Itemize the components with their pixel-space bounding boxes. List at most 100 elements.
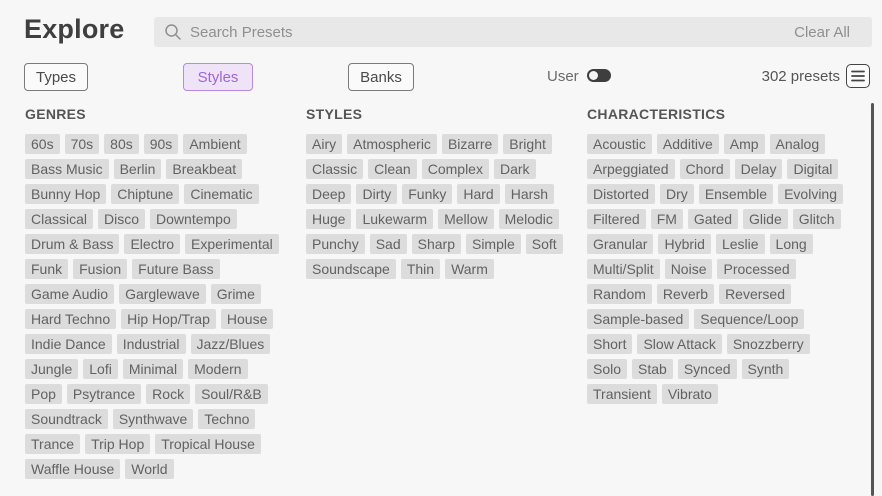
styles-tag[interactable]: Melodic — [498, 209, 559, 229]
genres-tag[interactable]: Waffle House — [25, 459, 121, 479]
genres-tag[interactable]: 90s — [143, 134, 179, 154]
styles-tag[interactable]: Bright — [503, 134, 552, 154]
genres-tag[interactable]: Disco — [98, 209, 146, 229]
genres-tag[interactable]: Funk — [25, 259, 69, 279]
genres-tag[interactable]: Rock — [146, 384, 191, 404]
tab-types[interactable]: Types — [24, 63, 88, 91]
genres-tag[interactable]: Modern — [188, 359, 248, 379]
genres-tag[interactable]: Soundtrack — [25, 409, 108, 429]
styles-tag[interactable]: Huge — [306, 209, 352, 229]
genres-tag[interactable]: Classical — [25, 209, 94, 229]
styles-tag[interactable]: Mellow — [438, 209, 494, 229]
styles-tag[interactable]: Deep — [306, 184, 352, 204]
genres-tag[interactable]: Bass Music — [25, 159, 109, 179]
genres-tag[interactable]: Experimental — [185, 234, 279, 254]
genres-tag[interactable]: Techno — [198, 409, 256, 429]
styles-tag[interactable]: Sad — [369, 234, 407, 254]
characteristics-tag[interactable]: Hybrid — [658, 234, 711, 254]
styles-tag[interactable]: Dirty — [356, 184, 398, 204]
genres-tag[interactable]: Synthwave — [112, 409, 194, 429]
clear-all-button[interactable]: Clear All — [794, 24, 850, 41]
styles-tag[interactable]: Sharp — [411, 234, 461, 254]
characteristics-tag[interactable]: Delay — [734, 159, 783, 179]
genres-tag[interactable]: Pop — [25, 384, 62, 404]
genres-tag[interactable]: Bunny Hop — [25, 184, 107, 204]
characteristics-tag[interactable]: Distorted — [587, 184, 656, 204]
genres-tag[interactable]: Cinematic — [184, 184, 259, 204]
characteristics-tag[interactable]: Dry — [660, 184, 694, 204]
styles-tag[interactable]: Classic — [306, 159, 364, 179]
characteristics-tag[interactable]: Glide — [743, 209, 788, 229]
genres-tag[interactable]: Tropical House — [155, 434, 261, 454]
tab-banks[interactable]: Banks — [348, 63, 414, 91]
genres-tag[interactable]: Minimal — [122, 359, 184, 379]
characteristics-tag[interactable]: FM — [650, 209, 683, 229]
characteristics-tag[interactable]: Additive — [656, 134, 719, 154]
genres-tag[interactable]: 80s — [104, 134, 139, 154]
genres-tag[interactable]: Jungle — [25, 359, 79, 379]
styles-tag[interactable]: Warm — [445, 259, 494, 279]
styles-tag[interactable]: Atmospheric — [347, 134, 437, 154]
search-bar[interactable]: Search Presets Clear All — [154, 17, 872, 47]
styles-tag[interactable]: Soft — [525, 234, 563, 254]
characteristics-tag[interactable]: Noise — [664, 259, 713, 279]
styles-tag[interactable]: Clean — [368, 159, 417, 179]
genres-tag[interactable]: Hard Techno — [25, 309, 117, 329]
characteristics-tag[interactable]: Transient — [587, 384, 657, 404]
genres-tag[interactable]: Hip Hop/Trap — [121, 309, 216, 329]
menu-button[interactable] — [846, 64, 870, 88]
genres-tag[interactable]: World — [125, 459, 174, 479]
characteristics-tag[interactable]: Evolving — [778, 184, 843, 204]
styles-tag[interactable]: Bizarre — [441, 134, 499, 154]
characteristics-tag[interactable]: Slow Attack — [637, 334, 722, 354]
genres-tag[interactable]: Electro — [124, 234, 181, 254]
characteristics-tag[interactable]: Filtered — [587, 209, 646, 229]
genres-tag[interactable]: Chiptune — [111, 184, 180, 204]
characteristics-tag[interactable]: Sample-based — [587, 309, 690, 329]
genres-tag[interactable]: 70s — [64, 134, 100, 154]
characteristics-tag[interactable]: Synth — [741, 359, 790, 379]
genres-tag[interactable]: Trip Hop — [85, 434, 151, 454]
characteristics-tag[interactable]: Long — [769, 234, 813, 254]
genres-tag[interactable]: Future Bass — [132, 259, 220, 279]
characteristics-tag[interactable]: Short — [587, 334, 633, 354]
characteristics-tag[interactable]: Processed — [717, 259, 796, 279]
characteristics-tag[interactable]: Gated — [687, 209, 739, 229]
genres-tag[interactable]: Berlin — [113, 159, 162, 179]
characteristics-tag[interactable]: Stab — [632, 359, 673, 379]
characteristics-tag[interactable]: Glitch — [792, 209, 841, 229]
characteristics-tag[interactable]: Synced — [677, 359, 737, 379]
characteristics-tag[interactable]: Reversed — [719, 284, 791, 304]
genres-tag[interactable]: Lofi — [83, 359, 118, 379]
characteristics-tag[interactable]: Leslie — [715, 234, 765, 254]
characteristics-tag[interactable]: Snozzberry — [726, 334, 810, 354]
genres-tag[interactable]: Grime — [210, 284, 261, 304]
genres-tag[interactable]: Indie Dance — [25, 334, 112, 354]
characteristics-tag[interactable]: Reverb — [656, 284, 715, 304]
characteristics-tag[interactable]: Acoustic — [587, 134, 652, 154]
genres-tag[interactable]: Soul/R&B — [195, 384, 268, 404]
tab-styles[interactable]: Styles — [183, 63, 253, 91]
genres-tag[interactable]: Trance — [25, 434, 81, 454]
characteristics-tag[interactable]: Vibrato — [661, 384, 718, 404]
styles-tag[interactable]: Dark — [493, 159, 536, 179]
user-filter-toggle[interactable] — [587, 69, 611, 82]
styles-tag[interactable]: Thin — [400, 259, 441, 279]
characteristics-tag[interactable]: Multi/Split — [587, 259, 660, 279]
genres-tag[interactable]: Jazz/Blues — [190, 334, 271, 354]
search-input[interactable]: Search Presets — [190, 24, 794, 41]
genres-tag[interactable]: Ambient — [183, 134, 247, 154]
styles-tag[interactable]: Harsh — [504, 184, 555, 204]
genres-tag[interactable]: Industrial — [116, 334, 186, 354]
styles-tag[interactable]: Lukewarm — [356, 209, 434, 229]
characteristics-tag[interactable]: Analog — [769, 134, 826, 154]
scrollbar[interactable] — [871, 103, 874, 496]
characteristics-tag[interactable]: Arpeggiated — [587, 159, 675, 179]
styles-tag[interactable]: Simple — [465, 234, 521, 254]
styles-tag[interactable]: Soundscape — [306, 259, 396, 279]
styles-tag[interactable]: Hard — [457, 184, 500, 204]
characteristics-tag[interactable]: Chord — [679, 159, 730, 179]
characteristics-tag[interactable]: Granular — [587, 234, 654, 254]
characteristics-tag[interactable]: Sequence/Loop — [694, 309, 805, 329]
genres-tag[interactable]: Game Audio — [25, 284, 115, 304]
